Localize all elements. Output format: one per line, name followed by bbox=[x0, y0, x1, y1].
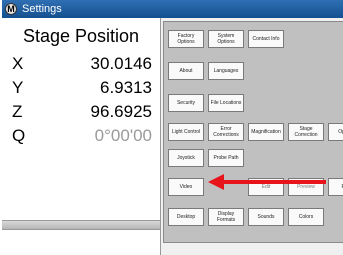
panel-splitter[interactable] bbox=[2, 220, 160, 230]
axis-label-z: Z bbox=[12, 102, 23, 121]
stage-position-title: Stage Position bbox=[22, 26, 140, 46]
languages-button[interactable]: Languages bbox=[208, 62, 244, 80]
settings-button-grid: Factory Options System Options Contact I… bbox=[163, 21, 343, 243]
axis-value-q: 0°00'00 bbox=[94, 126, 152, 145]
title-bar: M Settings bbox=[2, 0, 343, 18]
axis-value-z: 96.6925 bbox=[90, 102, 152, 121]
red-arrow-annotation bbox=[208, 174, 326, 190]
factory-options-button[interactable]: Factory Options bbox=[168, 30, 204, 48]
contact-info-button[interactable]: Contact Info bbox=[248, 30, 284, 48]
error-corrections-button[interactable]: Error Corrections bbox=[208, 123, 244, 141]
axis-label-q: Q bbox=[12, 126, 26, 145]
axis-row-q: Q 0°00'00 bbox=[2, 126, 160, 148]
light-control-button[interactable]: Light Control bbox=[168, 123, 204, 141]
axis-value-y: 6.9313 bbox=[100, 78, 152, 97]
desktop-button[interactable]: Desktop bbox=[168, 208, 204, 226]
axis-label-y: Y bbox=[12, 78, 24, 97]
security-button[interactable]: Security bbox=[168, 94, 204, 112]
sounds-button[interactable]: Sounds bbox=[248, 208, 284, 226]
magnification-button[interactable]: Magnification bbox=[248, 123, 284, 141]
axis-row-x: X 30.0146 bbox=[2, 54, 160, 76]
settings-panel: Factory Options System Options Contact I… bbox=[161, 18, 343, 255]
app-logo-icon: M bbox=[5, 3, 17, 15]
file-locations-button[interactable]: File Locations bbox=[208, 94, 244, 112]
stage-position-panel: Stage Position X 30.0146 Y 6.9313 Z 96.6… bbox=[2, 18, 161, 255]
joystick-button[interactable]: Joystick bbox=[168, 149, 204, 167]
system-options-button[interactable]: System Options bbox=[208, 30, 244, 48]
colors-button[interactable]: Colors bbox=[288, 208, 324, 226]
video-button[interactable]: Video bbox=[168, 178, 204, 196]
probe-path-button[interactable]: Probe Path bbox=[208, 149, 244, 167]
lower-pane bbox=[2, 230, 160, 255]
window-title: Settings bbox=[22, 3, 62, 15]
axis-value-x: 30.0146 bbox=[90, 54, 152, 73]
axis-row-y: Y 6.9313 bbox=[2, 78, 160, 100]
axis-row-z: Z 96.6925 bbox=[2, 102, 160, 124]
op-set-button[interactable]: Op Set bbox=[328, 123, 343, 141]
print-button[interactable]: Prin bbox=[328, 178, 343, 196]
about-button[interactable]: About bbox=[168, 62, 204, 80]
axis-label-x: X bbox=[12, 54, 24, 73]
display-formats-button[interactable]: Display Formats bbox=[208, 208, 244, 226]
settings-window: M Settings Stage Position X 30.0146 Y 6.… bbox=[2, 0, 343, 255]
arrow-head bbox=[208, 174, 224, 190]
stage-correction-button[interactable]: Stage Correction bbox=[288, 123, 324, 141]
